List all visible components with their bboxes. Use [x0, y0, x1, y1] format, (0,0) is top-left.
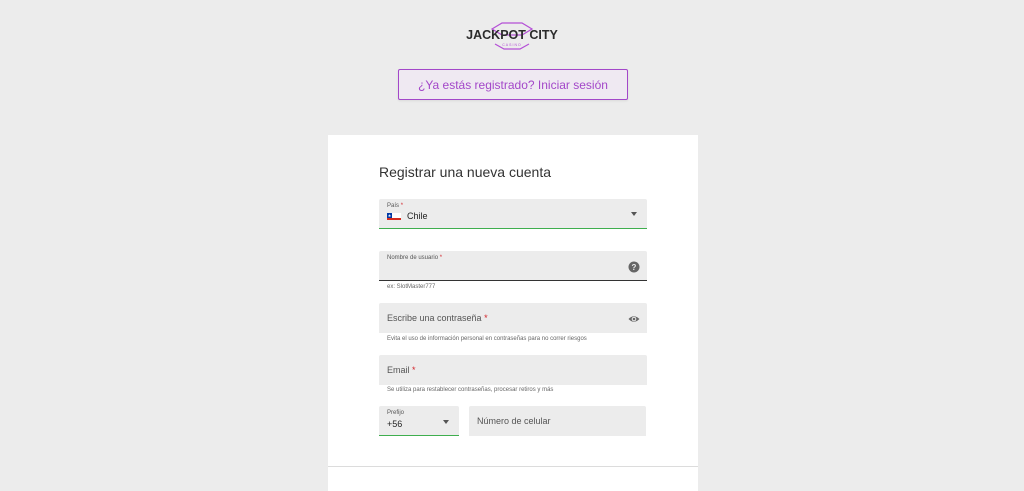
- email-field[interactable]: Email *: [379, 355, 647, 385]
- country-label: País *: [387, 203, 404, 209]
- chevron-down-icon: [631, 212, 637, 216]
- chevron-down-icon: [443, 420, 449, 424]
- prefix-value: +56: [387, 419, 403, 429]
- username-helper: ex: SlotMaster777: [387, 284, 436, 290]
- email-helper: Se utiliza para restablecer contraseñas,…: [387, 387, 554, 393]
- password-helper: Evita el uso de información personal en …: [387, 336, 587, 342]
- phone-field[interactable]: Número de celular: [469, 406, 646, 436]
- login-button-label: ¿Ya estás registrado? Iniciar sesión: [418, 77, 608, 92]
- username-label: Nombre de usuario *: [387, 255, 443, 261]
- chile-flag-icon: [387, 210, 401, 220]
- password-placeholder: Escribe una contraseña *: [387, 313, 488, 323]
- help-icon[interactable]: ?: [628, 260, 640, 273]
- email-placeholder: Email *: [387, 365, 416, 375]
- divider: [328, 466, 698, 467]
- country-value: Chile: [407, 211, 428, 221]
- login-button[interactable]: ¿Ya estás registrado? Iniciar sesión: [398, 69, 628, 100]
- jackpot-city-logo[interactable]: JACKPOT CITY CASINO: [462, 20, 562, 52]
- logo-text: JACKPOT CITY: [466, 28, 558, 42]
- eye-icon[interactable]: [628, 312, 640, 324]
- prefix-select[interactable]: Prefijo +56: [379, 406, 459, 436]
- svg-text:?: ?: [632, 263, 637, 272]
- registration-card: Registrar una nueva cuenta País * Chile …: [328, 135, 698, 491]
- prefix-label: Prefijo: [387, 410, 405, 416]
- phone-placeholder: Número de celular: [477, 416, 551, 426]
- username-field[interactable]: Nombre de usuario * ?: [379, 251, 647, 281]
- password-field[interactable]: Escribe una contraseña *: [379, 303, 647, 333]
- logo-subtext: CASINO: [502, 43, 521, 47]
- country-select[interactable]: País * Chile: [379, 199, 647, 229]
- form-title: Registrar una nueva cuenta: [379, 164, 551, 180]
